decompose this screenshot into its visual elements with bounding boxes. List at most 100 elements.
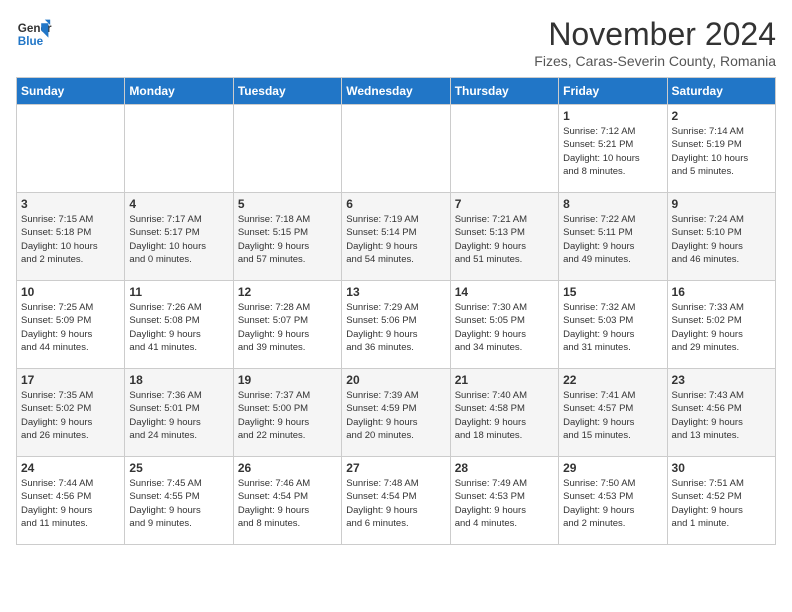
- calendar-week-row: 17 Sunrise: 7:35 AM Sunset: 5:02 PM Dayli…: [17, 369, 776, 457]
- calendar-cell: 3 Sunrise: 7:15 AM Sunset: 5:18 PM Daylig…: [17, 193, 125, 281]
- day-info: Sunrise: 7:19 AM Sunset: 5:14 PM Dayligh…: [346, 213, 445, 266]
- day-number: 22: [563, 373, 662, 387]
- calendar-table: SundayMondayTuesdayWednesdayThursdayFrid…: [16, 77, 776, 545]
- calendar-cell: 23 Sunrise: 7:43 AM Sunset: 4:56 PM Dayli…: [667, 369, 775, 457]
- day-info: Sunrise: 7:37 AM Sunset: 5:00 PM Dayligh…: [238, 389, 337, 442]
- calendar-cell: 8 Sunrise: 7:22 AM Sunset: 5:11 PM Daylig…: [559, 193, 667, 281]
- day-info: Sunrise: 7:48 AM Sunset: 4:54 PM Dayligh…: [346, 477, 445, 530]
- calendar-cell: 27Sunrise: 7:48 AM Sunset: 4:54 PM Dayli…: [342, 457, 450, 545]
- day-number: 24: [21, 461, 120, 475]
- calendar-cell: 21Sunrise: 7:40 AM Sunset: 4:58 PM Dayli…: [450, 369, 558, 457]
- calendar-cell: 11 Sunrise: 7:26 AM Sunset: 5:08 PM Dayli…: [125, 281, 233, 369]
- calendar-cell: 16 Sunrise: 7:33 AM Sunset: 5:02 PM Dayli…: [667, 281, 775, 369]
- calendar-cell: [17, 105, 125, 193]
- day-info: Sunrise: 7:12 AM Sunset: 5:21 PM Dayligh…: [563, 125, 662, 178]
- calendar-cell: 15Sunrise: 7:32 AM Sunset: 5:03 PM Dayli…: [559, 281, 667, 369]
- calendar-col-wednesday: Wednesday: [342, 78, 450, 105]
- logo-icon: General Blue: [16, 16, 52, 52]
- calendar-cell: 13 Sunrise: 7:29 AM Sunset: 5:06 PM Dayli…: [342, 281, 450, 369]
- calendar-cell: [233, 105, 341, 193]
- day-info: Sunrise: 7:49 AM Sunset: 4:53 PM Dayligh…: [455, 477, 554, 530]
- day-info: Sunrise: 7:14 AM Sunset: 5:19 PM Dayligh…: [672, 125, 771, 178]
- calendar-col-sunday: Sunday: [17, 78, 125, 105]
- day-number: 17: [21, 373, 120, 387]
- day-info: Sunrise: 7:43 AM Sunset: 4:56 PM Dayligh…: [672, 389, 771, 442]
- calendar-col-thursday: Thursday: [450, 78, 558, 105]
- day-number: 30: [672, 461, 771, 475]
- calendar-cell: 12 Sunrise: 7:28 AM Sunset: 5:07 PM Dayli…: [233, 281, 341, 369]
- calendar-cell: 18 Sunrise: 7:36 AM Sunset: 5:01 PM Dayli…: [125, 369, 233, 457]
- calendar-cell: 1 Sunrise: 7:12 AM Sunset: 5:21 PM Daylig…: [559, 105, 667, 193]
- day-info: Sunrise: 7:29 AM Sunset: 5:06 PM Dayligh…: [346, 301, 445, 354]
- svg-text:Blue: Blue: [18, 35, 44, 48]
- day-number: 15: [563, 285, 662, 299]
- location-subtitle: Fizes, Caras-Severin County, Romania: [534, 53, 776, 69]
- calendar-cell: 19 Sunrise: 7:37 AM Sunset: 5:00 PM Dayli…: [233, 369, 341, 457]
- calendar-week-row: 3 Sunrise: 7:15 AM Sunset: 5:18 PM Daylig…: [17, 193, 776, 281]
- day-info: Sunrise: 7:45 AM Sunset: 4:55 PM Dayligh…: [129, 477, 228, 530]
- calendar-col-friday: Friday: [559, 78, 667, 105]
- calendar-col-saturday: Saturday: [667, 78, 775, 105]
- day-info: Sunrise: 7:15 AM Sunset: 5:18 PM Dayligh…: [21, 213, 120, 266]
- calendar-week-row: 24 Sunrise: 7:44 AM Sunset: 4:56 PM Dayli…: [17, 457, 776, 545]
- day-number: 26: [238, 461, 337, 475]
- calendar-cell: 17 Sunrise: 7:35 AM Sunset: 5:02 PM Dayli…: [17, 369, 125, 457]
- page-header: General Blue November 2024 Fizes, Caras-…: [16, 16, 776, 69]
- calendar-cell: 4 Sunrise: 7:17 AM Sunset: 5:17 PM Daylig…: [125, 193, 233, 281]
- day-number: 14: [455, 285, 554, 299]
- calendar-cell: 7Sunrise: 7:21 AM Sunset: 5:13 PM Daylig…: [450, 193, 558, 281]
- day-info: Sunrise: 7:46 AM Sunset: 4:54 PM Dayligh…: [238, 477, 337, 530]
- day-number: 19: [238, 373, 337, 387]
- day-number: 18: [129, 373, 228, 387]
- title-block: November 2024 Fizes, Caras-Severin Count…: [534, 16, 776, 69]
- day-info: Sunrise: 7:30 AM Sunset: 5:05 PM Dayligh…: [455, 301, 554, 354]
- day-number: 6: [346, 197, 445, 211]
- day-info: Sunrise: 7:18 AM Sunset: 5:15 PM Dayligh…: [238, 213, 337, 266]
- calendar-cell: 30 Sunrise: 7:51 AM Sunset: 4:52 PM Dayli…: [667, 457, 775, 545]
- calendar-cell: 29Sunrise: 7:50 AM Sunset: 4:53 PM Dayli…: [559, 457, 667, 545]
- day-number: 20: [346, 373, 445, 387]
- day-info: Sunrise: 7:24 AM Sunset: 5:10 PM Dayligh…: [672, 213, 771, 266]
- calendar-cell: 6 Sunrise: 7:19 AM Sunset: 5:14 PM Daylig…: [342, 193, 450, 281]
- calendar-cell: [450, 105, 558, 193]
- day-info: Sunrise: 7:35 AM Sunset: 5:02 PM Dayligh…: [21, 389, 120, 442]
- day-info: Sunrise: 7:21 AM Sunset: 5:13 PM Dayligh…: [455, 213, 554, 266]
- day-number: 1: [563, 109, 662, 123]
- day-info: Sunrise: 7:17 AM Sunset: 5:17 PM Dayligh…: [129, 213, 228, 266]
- calendar-week-row: 1 Sunrise: 7:12 AM Sunset: 5:21 PM Daylig…: [17, 105, 776, 193]
- day-number: 28: [455, 461, 554, 475]
- day-number: 5: [238, 197, 337, 211]
- calendar-cell: 20Sunrise: 7:39 AM Sunset: 4:59 PM Dayli…: [342, 369, 450, 457]
- day-info: Sunrise: 7:25 AM Sunset: 5:09 PM Dayligh…: [21, 301, 120, 354]
- day-number: 11: [129, 285, 228, 299]
- day-number: 21: [455, 373, 554, 387]
- calendar-col-tuesday: Tuesday: [233, 78, 341, 105]
- day-number: 13: [346, 285, 445, 299]
- day-info: Sunrise: 7:36 AM Sunset: 5:01 PM Dayligh…: [129, 389, 228, 442]
- day-number: 3: [21, 197, 120, 211]
- day-info: Sunrise: 7:51 AM Sunset: 4:52 PM Dayligh…: [672, 477, 771, 530]
- calendar-col-monday: Monday: [125, 78, 233, 105]
- day-number: 25: [129, 461, 228, 475]
- calendar-week-row: 10Sunrise: 7:25 AM Sunset: 5:09 PM Dayli…: [17, 281, 776, 369]
- day-number: 9: [672, 197, 771, 211]
- day-info: Sunrise: 7:26 AM Sunset: 5:08 PM Dayligh…: [129, 301, 228, 354]
- logo: General Blue: [16, 16, 52, 52]
- day-number: 23: [672, 373, 771, 387]
- day-info: Sunrise: 7:28 AM Sunset: 5:07 PM Dayligh…: [238, 301, 337, 354]
- calendar-cell: 25 Sunrise: 7:45 AM Sunset: 4:55 PM Dayli…: [125, 457, 233, 545]
- day-number: 4: [129, 197, 228, 211]
- day-number: 8: [563, 197, 662, 211]
- calendar-cell: 14 Sunrise: 7:30 AM Sunset: 5:05 PM Dayli…: [450, 281, 558, 369]
- day-info: Sunrise: 7:41 AM Sunset: 4:57 PM Dayligh…: [563, 389, 662, 442]
- calendar-cell: [342, 105, 450, 193]
- day-info: Sunrise: 7:44 AM Sunset: 4:56 PM Dayligh…: [21, 477, 120, 530]
- calendar-cell: 26 Sunrise: 7:46 AM Sunset: 4:54 PM Dayli…: [233, 457, 341, 545]
- day-info: Sunrise: 7:33 AM Sunset: 5:02 PM Dayligh…: [672, 301, 771, 354]
- calendar-cell: 2Sunrise: 7:14 AM Sunset: 5:19 PM Daylig…: [667, 105, 775, 193]
- day-info: Sunrise: 7:22 AM Sunset: 5:11 PM Dayligh…: [563, 213, 662, 266]
- day-number: 16: [672, 285, 771, 299]
- calendar-cell: 5 Sunrise: 7:18 AM Sunset: 5:15 PM Daylig…: [233, 193, 341, 281]
- calendar-cell: 9 Sunrise: 7:24 AM Sunset: 5:10 PM Daylig…: [667, 193, 775, 281]
- day-number: 12: [238, 285, 337, 299]
